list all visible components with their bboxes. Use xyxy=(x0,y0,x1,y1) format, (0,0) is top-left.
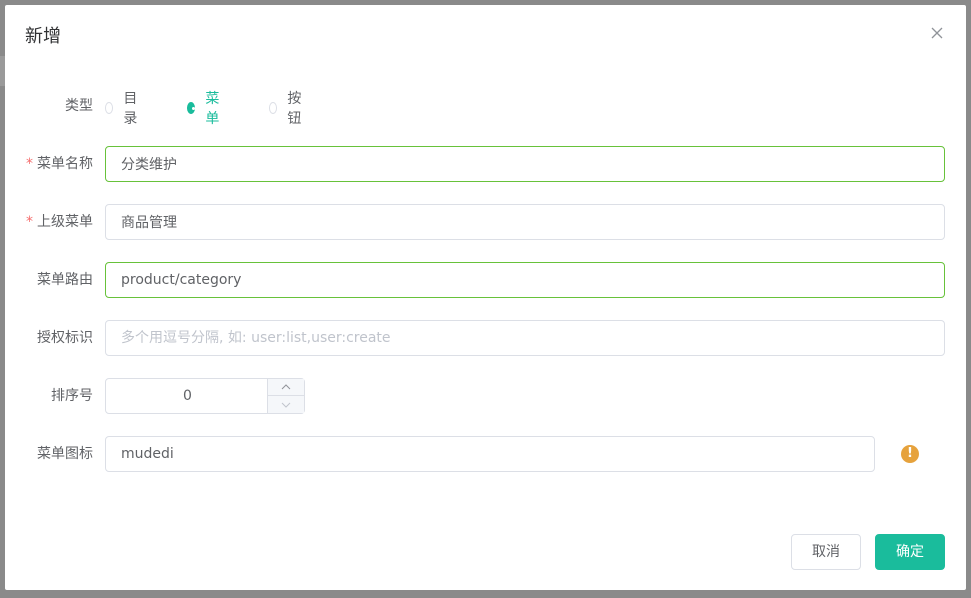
cancel-button[interactable]: 取消 xyxy=(791,534,861,570)
menu-name-label-text: 菜单名称 xyxy=(37,156,93,172)
radio-label: 菜单 xyxy=(205,91,220,127)
radio-menu[interactable]: 菜单 xyxy=(187,91,223,127)
required-mark: * xyxy=(26,156,33,172)
sort-order-label: 排序号 xyxy=(51,388,93,404)
radio-circle-checked xyxy=(187,102,196,114)
menu-icon-input[interactable] xyxy=(105,436,875,472)
radio-directory[interactable]: 目录 xyxy=(105,91,141,127)
parent-menu-label-text: 上级菜单 xyxy=(37,214,93,230)
radio-label: 按钮 xyxy=(287,91,302,127)
sort-order-stepper[interactable]: 0 xyxy=(105,378,305,414)
parent-menu-input[interactable] xyxy=(105,204,945,240)
parent-menu-label: * 上级菜单 xyxy=(0,212,93,232)
radio-circle xyxy=(269,102,278,114)
dialog-title: 新增 xyxy=(25,26,61,47)
permission-label: 授权标识 xyxy=(37,330,93,346)
chevron-down-icon xyxy=(281,402,291,408)
increment-button[interactable] xyxy=(268,379,304,396)
menu-name-input[interactable] xyxy=(105,146,945,182)
menu-route-label: 菜单路由 xyxy=(37,272,93,288)
confirm-button[interactable]: 确定 xyxy=(875,534,945,570)
type-label: 类型 xyxy=(65,98,93,114)
decrement-button[interactable] xyxy=(268,396,304,413)
stepper-buttons xyxy=(267,379,304,413)
permission-input[interactable] xyxy=(105,320,945,356)
warning-icon[interactable]: ! xyxy=(901,445,919,463)
close-icon[interactable] xyxy=(929,25,945,41)
add-menu-dialog: 新增 类型 目录 菜单 按钮 *菜单名称 *上级菜单 菜单路由 授权标识 排序号… xyxy=(5,5,966,590)
chevron-up-icon xyxy=(281,384,291,390)
radio-button[interactable]: 按钮 xyxy=(269,91,305,127)
menu-name-label: * 菜单名称 xyxy=(0,154,93,174)
radio-circle xyxy=(105,102,114,114)
sort-order-value[interactable]: 0 xyxy=(106,379,269,413)
required-mark: * xyxy=(26,214,33,230)
menu-icon-label: 菜单图标 xyxy=(37,446,93,462)
radio-label: 目录 xyxy=(123,91,138,127)
menu-route-input[interactable] xyxy=(105,262,945,298)
